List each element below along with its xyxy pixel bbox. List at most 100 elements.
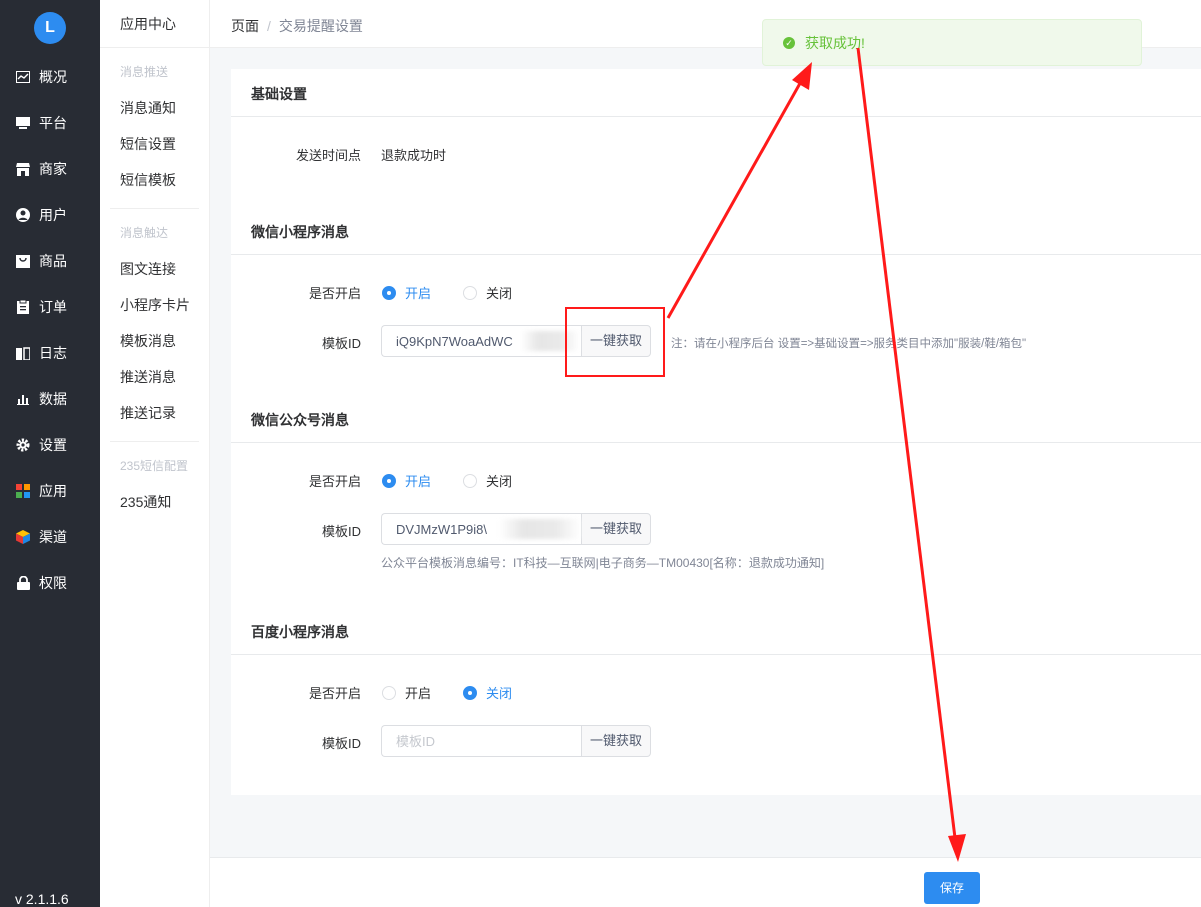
submenu-item-template-message[interactable]: 模板消息 <box>110 323 199 359</box>
redaction-blur <box>499 519 581 539</box>
baidu-mini-radio-off[interactable]: 关闭 <box>463 683 512 702</box>
baidu-mini-fetch-button[interactable]: 一键获取 <box>581 725 651 757</box>
radio-label: 开启 <box>405 474 432 489</box>
section-title-wechat-official: 微信公众号消息 <box>251 412 349 428</box>
wechat-mini-template-label: 模板ID <box>321 336 361 351</box>
order-icon <box>15 299 31 315</box>
submenu-item-mini-card[interactable]: 小程序卡片 <box>110 287 199 323</box>
apps-icon <box>15 483 31 499</box>
nav-item-order[interactable]: 订单 <box>0 284 100 330</box>
nav-item-overview[interactable]: 概况 <box>0 54 100 100</box>
chart-icon <box>15 391 31 407</box>
channel-icon <box>15 529 31 545</box>
overview-icon <box>15 69 31 85</box>
radio-dot <box>382 285 396 300</box>
wechat-mini-enable-label: 是否开启 <box>308 286 361 301</box>
wechat-official-template-label: 模板ID <box>321 524 361 539</box>
divider <box>231 654 1201 655</box>
submenu-group-235: 235短信配置 235通知 <box>110 442 199 530</box>
divider <box>231 442 1201 443</box>
annotation-highlight-box <box>565 307 665 377</box>
breadcrumb-current: 交易提醒设置 <box>278 18 363 34</box>
nav-label: 用户 <box>39 207 67 223</box>
nav-label: 应用 <box>39 483 67 499</box>
nav-item-goods[interactable]: 商品 <box>0 238 100 284</box>
radio-dot <box>463 685 477 700</box>
radio-label: 关闭 <box>486 474 513 489</box>
radio-dot <box>463 285 477 300</box>
settings-card: 基础设置 发送时间点 退款成功时 微信小程序消息 是否开启 开启 关闭 模板ID… <box>231 69 1201 795</box>
wechat-official-template-group: 一键获取 <box>381 513 651 545</box>
goods-icon <box>15 253 31 269</box>
submenu-item-sms-template[interactable]: 短信模板 <box>110 162 199 198</box>
wechat-official-note: 公众平台模板消息编号：IT科技—互联网|电子商务—TM00430[名称：退款成功… <box>381 556 825 570</box>
monitor-icon <box>15 115 31 131</box>
submenu-group-reach: 消息触达 图文连接 小程序卡片 模板消息 推送消息 推送记录 <box>110 209 199 442</box>
wechat-mini-radio-off[interactable]: 关闭 <box>463 283 512 302</box>
nav-label: 设置 <box>39 437 67 453</box>
send-time-value: 退款成功时 <box>381 148 447 163</box>
user-icon <box>15 207 31 223</box>
send-time-label: 发送时间点 <box>295 148 361 163</box>
baidu-mini-template-group: 一键获取 <box>381 725 651 757</box>
wechat-mini-radio-on[interactable]: 开启 <box>382 283 431 302</box>
nav-item-log[interactable]: 日志 <box>0 330 100 376</box>
wechat-official-radio-off[interactable]: 关闭 <box>463 471 512 490</box>
main-sidebar: L 概况 平台 商家 用户 商品 订单 日志 数据 设置 应用 渠道 权限 v … <box>0 0 100 907</box>
nav-item-settings[interactable]: 设置 <box>0 422 100 468</box>
lock-icon <box>15 575 31 591</box>
version-label: v 2.1.1.6 <box>15 891 69 907</box>
section-title-wechat-mini: 微信小程序消息 <box>251 224 349 240</box>
footer-bar: 保存 <box>210 857 1201 907</box>
breadcrumb: 页面 / 交易提醒设置 <box>231 16 363 36</box>
baidu-mini-radio-on[interactable]: 开启 <box>382 683 431 702</box>
success-toast: ✓ 获取成功! <box>762 19 1142 66</box>
nav-label: 日志 <box>39 345 67 361</box>
breadcrumb-separator: / <box>267 18 271 34</box>
submenu-item-push-log[interactable]: 推送记录 <box>110 395 199 431</box>
app-center-submenu: 应用中心 消息推送 消息通知 短信设置 短信模板 消息触达 图文连接 小程序卡片… <box>100 0 210 907</box>
nav-label: 订单 <box>39 299 67 315</box>
radio-dot <box>382 685 396 700</box>
check-circle-icon: ✓ <box>783 36 795 49</box>
nav-item-platform[interactable]: 平台 <box>0 100 100 146</box>
nav-item-data[interactable]: 数据 <box>0 376 100 422</box>
divider <box>231 116 1201 117</box>
radio-dot <box>382 473 396 488</box>
main-nav: 概况 平台 商家 用户 商品 订单 日志 数据 设置 应用 渠道 权限 <box>0 54 100 606</box>
wechat-official-fetch-button[interactable]: 一键获取 <box>581 513 651 545</box>
submenu-item-push-message[interactable]: 推送消息 <box>110 359 199 395</box>
submenu-item-sms-settings[interactable]: 短信设置 <box>110 126 199 162</box>
toast-message: 获取成功! <box>805 34 865 51</box>
nav-item-user[interactable]: 用户 <box>0 192 100 238</box>
nav-label: 渠道 <box>39 529 67 545</box>
nav-item-channel[interactable]: 渠道 <box>0 514 100 560</box>
submenu-item-235-notice[interactable]: 235通知 <box>110 484 199 520</box>
section-title-baidu-mini: 百度小程序消息 <box>251 624 349 640</box>
submenu-title: 应用中心 <box>100 0 209 48</box>
baidu-mini-template-input[interactable] <box>381 725 581 757</box>
submenu-item-message-notice[interactable]: 消息通知 <box>110 90 199 126</box>
nav-item-permission[interactable]: 权限 <box>0 560 100 606</box>
store-icon <box>15 161 31 177</box>
nav-label: 概况 <box>39 69 67 85</box>
divider <box>231 254 1201 255</box>
app-logo[interactable]: L <box>34 12 66 44</box>
nav-label: 数据 <box>39 391 67 407</box>
save-button[interactable]: 保存 <box>924 872 980 904</box>
wechat-official-radio-on[interactable]: 开启 <box>382 471 431 490</box>
baidu-mini-template-label: 模板ID <box>321 736 361 751</box>
submenu-group-push: 消息推送 消息通知 短信设置 短信模板 <box>110 48 199 209</box>
radio-label: 开启 <box>405 686 432 701</box>
log-icon <box>15 345 31 361</box>
gear-icon <box>15 437 31 453</box>
submenu-group-title: 235短信配置 <box>120 459 189 473</box>
breadcrumb-root[interactable]: 页面 <box>231 18 259 34</box>
radio-dot <box>463 473 477 488</box>
nav-item-merchant[interactable]: 商家 <box>0 146 100 192</box>
baidu-mini-enable-label: 是否开启 <box>308 686 361 701</box>
nav-item-apps[interactable]: 应用 <box>0 468 100 514</box>
wechat-official-enable-label: 是否开启 <box>308 474 361 489</box>
submenu-group-title: 消息推送 <box>120 65 169 79</box>
submenu-item-article-link[interactable]: 图文连接 <box>110 251 199 287</box>
